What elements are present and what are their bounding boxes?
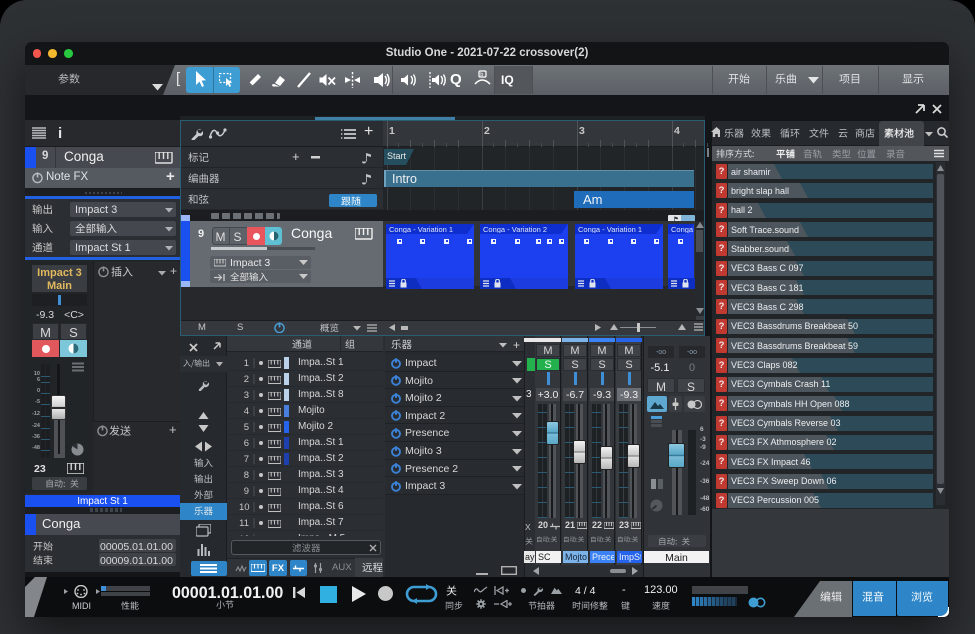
svg-text:b: b	[480, 72, 483, 78]
